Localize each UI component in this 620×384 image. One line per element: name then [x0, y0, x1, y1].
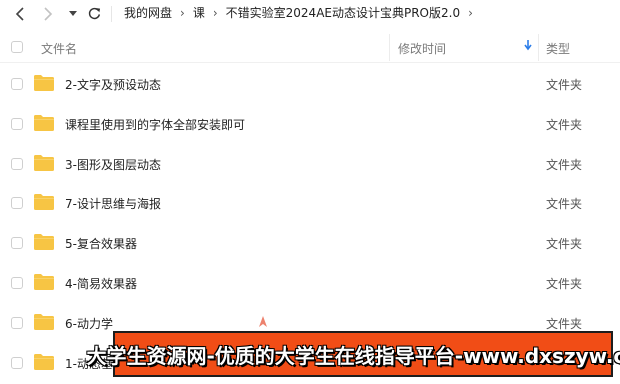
arrow-down-icon[interactable]: [524, 39, 532, 54]
refresh-icon[interactable]: [86, 4, 102, 24]
column-header-type[interactable]: 类型: [546, 40, 570, 57]
breadcrumb-item[interactable]: 不错实验室2024AE动态设计宝典PRO版2.0: [226, 4, 460, 21]
column-divider[interactable]: [389, 34, 390, 61]
file-row[interactable]: 3-图形及图层动态 文件夹: [0, 144, 620, 183]
file-name[interactable]: 课程里使用到的字体全部安装即可: [65, 116, 245, 133]
file-type: 文件夹: [546, 237, 583, 251]
file-row[interactable]: 4-简易效果器 文件夹: [0, 263, 620, 302]
mouse-cursor-icon: [259, 316, 267, 327]
file-type: 文件夹: [546, 317, 583, 331]
folder-icon: [34, 274, 54, 290]
file-type: 文件夹: [546, 78, 583, 92]
folder-icon: [34, 115, 54, 131]
chevron-left-icon[interactable]: [12, 4, 28, 24]
column-divider[interactable]: [538, 34, 539, 61]
row-checkbox[interactable]: [11, 357, 23, 369]
breadcrumb-item[interactable]: 我的网盘: [124, 4, 172, 21]
row-checkbox[interactable]: [11, 317, 23, 329]
breadcrumb-separator-icon: ›: [212, 5, 218, 20]
breadcrumb-separator-icon: ›: [180, 5, 185, 20]
folder-icon: [34, 75, 54, 91]
header-divider: [0, 62, 620, 63]
row-checkbox[interactable]: [11, 277, 23, 289]
row-checkbox[interactable]: [11, 118, 23, 130]
row-checkbox[interactable]: [11, 158, 23, 170]
folder-icon: [34, 155, 54, 171]
breadcrumb-item[interactable]: 课: [193, 4, 205, 21]
navigation-toolbar: 我的网盘 › 课 › 不错实验室2024AE动态设计宝典PRO版2.0 ›: [0, 0, 620, 27]
file-name[interactable]: 5-复合效果器: [65, 235, 137, 252]
folder-icon: [34, 194, 54, 210]
row-checkbox[interactable]: [11, 197, 23, 209]
file-type: 文件夹: [546, 158, 583, 172]
watermark-banner: 大学生资源网-优质的大学生在线指导平台-www.dxszyw.cn: [86, 331, 620, 377]
file-name[interactable]: 6-动力学: [65, 315, 113, 332]
row-checkbox[interactable]: [11, 237, 23, 249]
chevron-right-icon[interactable]: [40, 4, 56, 24]
file-name[interactable]: 7-设计思维与海报: [65, 195, 161, 212]
select-all-checkbox[interactable]: [11, 41, 23, 53]
file-row[interactable]: 2-文字及预设动态 文件夹: [0, 64, 620, 103]
folder-icon: [34, 354, 54, 370]
row-checkbox[interactable]: [11, 78, 23, 90]
file-name[interactable]: 3-图形及图层动态: [65, 156, 161, 173]
breadcrumb: 我的网盘 › 课 › 不错实验室2024AE动态设计宝典PRO版2.0 ›: [124, 4, 481, 21]
column-header-name[interactable]: 文件名: [41, 40, 77, 57]
folder-icon: [34, 234, 54, 250]
toolbar-divider: [111, 6, 112, 22]
column-header-modified[interactable]: 修改时间: [398, 40, 446, 57]
file-type: 文件夹: [546, 197, 583, 211]
file-name[interactable]: 4-简易效果器: [65, 275, 137, 292]
caret-down-icon[interactable]: [67, 4, 79, 24]
file-row[interactable]: 5-复合效果器 文件夹: [0, 223, 620, 262]
breadcrumb-separator-icon: ›: [468, 5, 473, 20]
file-name[interactable]: 2-文字及预设动态: [65, 76, 161, 93]
folder-icon: [34, 314, 54, 330]
file-row[interactable]: 7-设计思维与海报 文件夹: [0, 183, 620, 222]
file-row[interactable]: 课程里使用到的字体全部安装即可 文件夹: [0, 104, 620, 143]
file-type: 文件夹: [546, 277, 583, 291]
file-list-header: 文件名 修改时间 类型: [0, 34, 620, 61]
file-type: 文件夹: [546, 118, 583, 132]
